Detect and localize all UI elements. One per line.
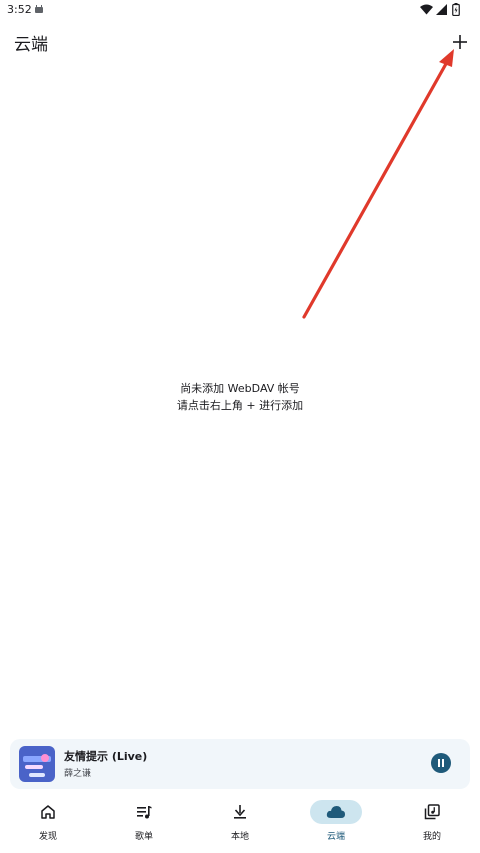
home-icon [41,805,55,819]
now-playing-title: 友情提示 (Live) [64,750,148,763]
empty-state-line-1: 尚未添加 WebDAV 帐号 [180,382,300,395]
nav-label: 本地 [230,832,249,842]
nav-item-playlists[interactable]: 歌单 [96,795,192,853]
nav-label: 发现 [38,832,57,842]
status-bar: 3:52 [0,0,480,20]
status-time: 3:52 [7,3,32,16]
nav-label: 歌单 [134,832,153,842]
playlist-icon [137,806,152,819]
bottom-navigation: 发现 歌单 本地 云端 我的 [0,795,480,853]
signal-icon [436,4,447,15]
mini-player[interactable]: 友情提示 (Live) 薛之谦 [10,739,470,789]
now-playing-artist: 薛之谦 [64,769,92,779]
nav-item-discover[interactable]: 发现 [0,795,96,853]
nav-label: 我的 [422,832,441,842]
add-account-button[interactable] [446,28,474,56]
nav-item-cloud[interactable]: 云端 [288,795,384,853]
empty-state-line-2: 请点击右上角 + 进行添加 [176,399,304,412]
nav-icon-container [214,800,266,824]
album-cover[interactable] [19,746,55,782]
nav-icon-container [406,800,458,824]
nav-icon-container [310,800,362,824]
nav-icon-container [22,800,74,824]
cloud-icon [326,806,346,818]
wifi-icon [420,4,433,15]
nav-item-mine[interactable]: 我的 [384,795,480,853]
nav-label: 云端 [326,832,345,842]
empty-state-message: 尚未添加 WebDAV 帐号 请点击右上角 + 进行添加 [0,380,480,414]
album-cover-art-block [25,765,43,769]
pause-icon [438,759,440,767]
android-notification-icon [35,5,43,13]
library-icon [424,804,440,820]
plus-icon [453,35,467,49]
pause-button[interactable] [431,753,451,773]
album-cover-art-block [29,773,45,777]
page-title: 云端 [14,35,48,55]
annotation-arrow [302,49,454,319]
nav-item-local[interactable]: 本地 [192,795,288,853]
nav-icon-container [118,800,170,824]
cloud-screen: 3:52 云端 尚未添加 WebDAV 帐号 请点击右上角 + 进行添加 友情提… [0,0,480,853]
battery-icon [452,3,460,16]
pause-icon [442,759,444,767]
album-cover-art-dot [41,754,49,762]
download-icon [234,805,246,819]
